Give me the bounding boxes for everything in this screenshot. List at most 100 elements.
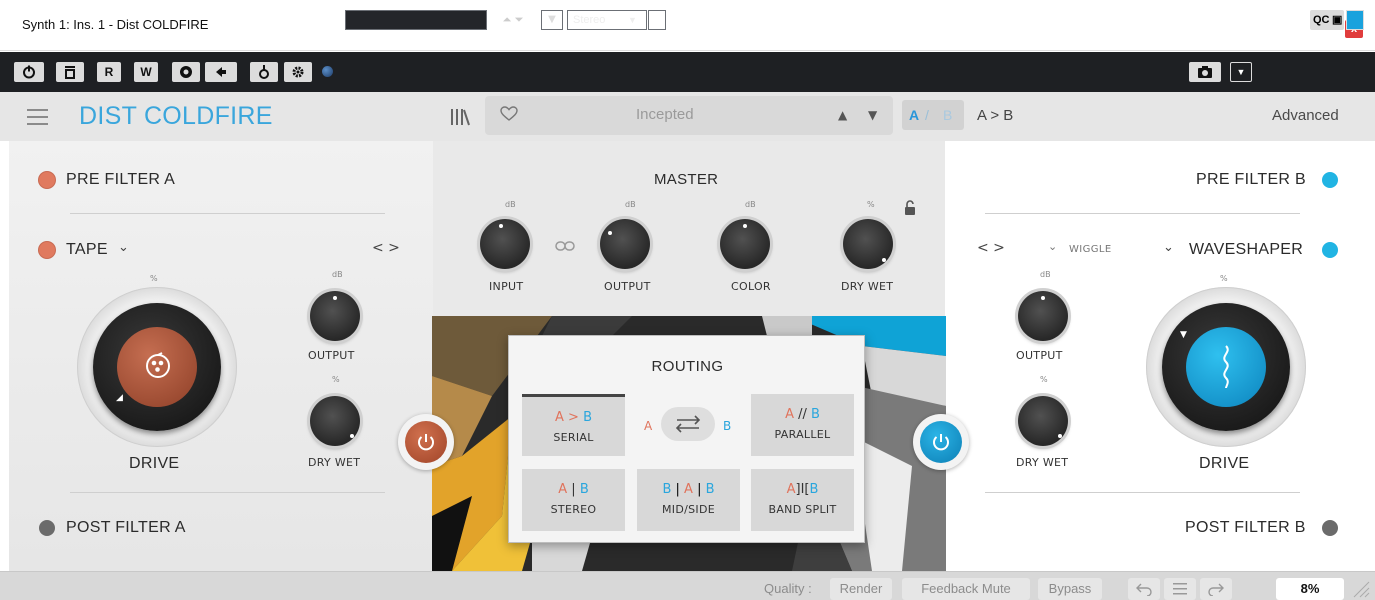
channel-mode-select[interactable]: Stereo ▼ [567,10,647,30]
swap-ab-button[interactable] [661,407,715,441]
bandsplit-b: B [809,482,819,497]
favorite-heart-icon[interactable] [500,106,518,126]
unlock-icon[interactable] [904,200,916,220]
drywet-b-label: DRY WET [1016,456,1069,469]
master-color-knob[interactable] [720,219,770,269]
master-color-label: COLOR [731,280,771,293]
distortion-type-b-select[interactable]: WAVESHAPER [1189,241,1303,259]
next-preset-button[interactable]: ▼ [868,108,877,122]
tape-reel-icon [144,352,172,384]
bandsplit-label: BAND SPLIT [768,503,837,516]
previous-preset-button[interactable]: ▲ [838,108,847,122]
distortion-type-a-select[interactable]: TAPE [66,241,108,259]
master-drywet-label: DRY WET [841,280,894,293]
drywet-b-unit: % [1040,375,1048,384]
power-icon[interactable] [14,62,44,82]
preset-dropdown-button[interactable]: ▼ [541,10,563,30]
copy-a-to-b-button[interactable]: A > B [977,107,1013,124]
tape-enable-toggle[interactable] [39,242,55,258]
bypass-button[interactable]: Bypass [1038,578,1102,600]
swap-a: A [644,419,653,433]
host-preset-field[interactable] [345,10,487,30]
lock-icon: ▣ [1332,14,1343,26]
output-b-unit: dB [1040,270,1051,279]
output-b-knob[interactable] [1018,291,1068,341]
routing-bandsplit-button[interactable]: A]I[B BAND SPLIT [751,469,854,531]
resize-grip-icon[interactable] [1350,580,1370,600]
parallel-label: PARALLEL [774,428,831,441]
pre-filter-a-label[interactable]: PRE FILTER A [66,171,175,189]
link-icon[interactable] [555,237,575,256]
swap-arrows-icon [675,415,701,433]
history-list-icon[interactable] [1164,578,1196,600]
master-output-knob[interactable] [600,219,650,269]
pre-filter-a-toggle[interactable] [39,172,55,188]
drywet-a-knob[interactable] [310,396,360,446]
master-drywet-knob[interactable] [843,219,893,269]
post-filter-b-toggle[interactable] [1322,520,1338,536]
power-b-button[interactable] [920,421,962,463]
ab-separator: / [925,107,929,123]
feedback-mute-button[interactable]: Feedback Mute [902,578,1030,600]
preset-library-icon[interactable] [449,107,471,127]
write-automation-button[interactable]: W [134,62,158,82]
waveshaper-enable-toggle[interactable] [1322,242,1338,258]
chevron-down-icon[interactable]: ⌄ [1163,240,1174,255]
pre-filter-b-toggle[interactable] [1322,172,1338,188]
render-quality-button[interactable]: Render [830,578,892,600]
routing-parallel-button[interactable]: A // B PARALLEL [751,394,854,456]
preset-up-down-arrows[interactable]: ⏶ ⏷ [488,10,538,30]
stereo-label: STEREO [550,503,597,516]
hamburger-menu-icon[interactable] [27,109,48,125]
divider [70,213,385,214]
post-filter-a-label[interactable]: POST FILTER A [66,519,186,537]
channel-extra-field[interactable] [648,10,666,30]
bandsplit-symbol: ]I[ [795,482,810,497]
output-unit: dB [625,200,636,209]
parallel-b: B [811,407,820,422]
type-a-nav-arrows[interactable]: < > [372,240,400,256]
camera-icon[interactable] [1189,62,1221,82]
drywet-b-knob[interactable] [1018,396,1068,446]
quick-controls-label: QC [1313,14,1330,26]
quick-controls-button[interactable]: QC ▣ [1310,10,1344,30]
ab-a-label[interactable]: A [909,107,919,123]
plugin-title: DIST COLDFIRE [79,102,273,130]
drive-a-unit: % [150,274,158,283]
drive-b-indicator-icon: ▼ [1180,330,1187,340]
divider [985,213,1300,214]
plugin-window: Synth 1: Ins. 1 - Dist COLDFIRE x R W ⏶ … [0,0,1375,600]
host-menu-dropdown[interactable]: ▼ [1230,62,1252,82]
master-output-label: OUTPUT [604,280,651,293]
pre-filter-b-label[interactable]: PRE FILTER B [1196,171,1306,189]
undo-icon[interactable] [1128,578,1160,600]
waveshaper-mode-select[interactable]: WIGGLE [1069,244,1112,255]
input-monitor-icon[interactable] [56,62,84,82]
host-toolbar: R W [0,52,1375,92]
routing-stereo-button[interactable]: A | B STEREO [522,469,625,531]
midi-learn-icon[interactable] [205,62,237,82]
bypass-side-icon[interactable] [172,62,200,82]
drywet-unit: % [867,200,875,209]
midside-b1: B [662,482,672,497]
stereo-a: A [558,482,568,497]
sidechain-icon[interactable] [250,62,278,82]
type-b-nav-arrows[interactable]: < > [977,240,1005,256]
settings-gear-icon[interactable] [284,62,312,82]
read-automation-button[interactable]: R [97,62,121,82]
chevron-down-icon: ▼ [628,15,637,25]
routing-serial-button[interactable]: A > B SERIAL [522,394,625,456]
output-a-knob[interactable] [310,291,360,341]
chevron-down-icon[interactable]: ⌄ [1048,240,1057,253]
post-filter-a-toggle[interactable] [39,520,55,536]
post-filter-b-label[interactable]: POST FILTER B [1185,519,1306,537]
routing-midside-button[interactable]: B | A | B MID/SIDE [637,469,740,531]
master-input-knob[interactable] [480,219,530,269]
chevron-down-icon[interactable]: ⌄ [118,240,129,255]
preset-name[interactable]: Incepted [636,106,694,123]
advanced-button[interactable]: Advanced [1272,107,1339,124]
ab-b-label[interactable]: B [943,107,952,123]
color-tag-swatch[interactable] [1346,10,1364,30]
power-a-button[interactable] [405,421,447,463]
redo-icon[interactable] [1200,578,1232,600]
